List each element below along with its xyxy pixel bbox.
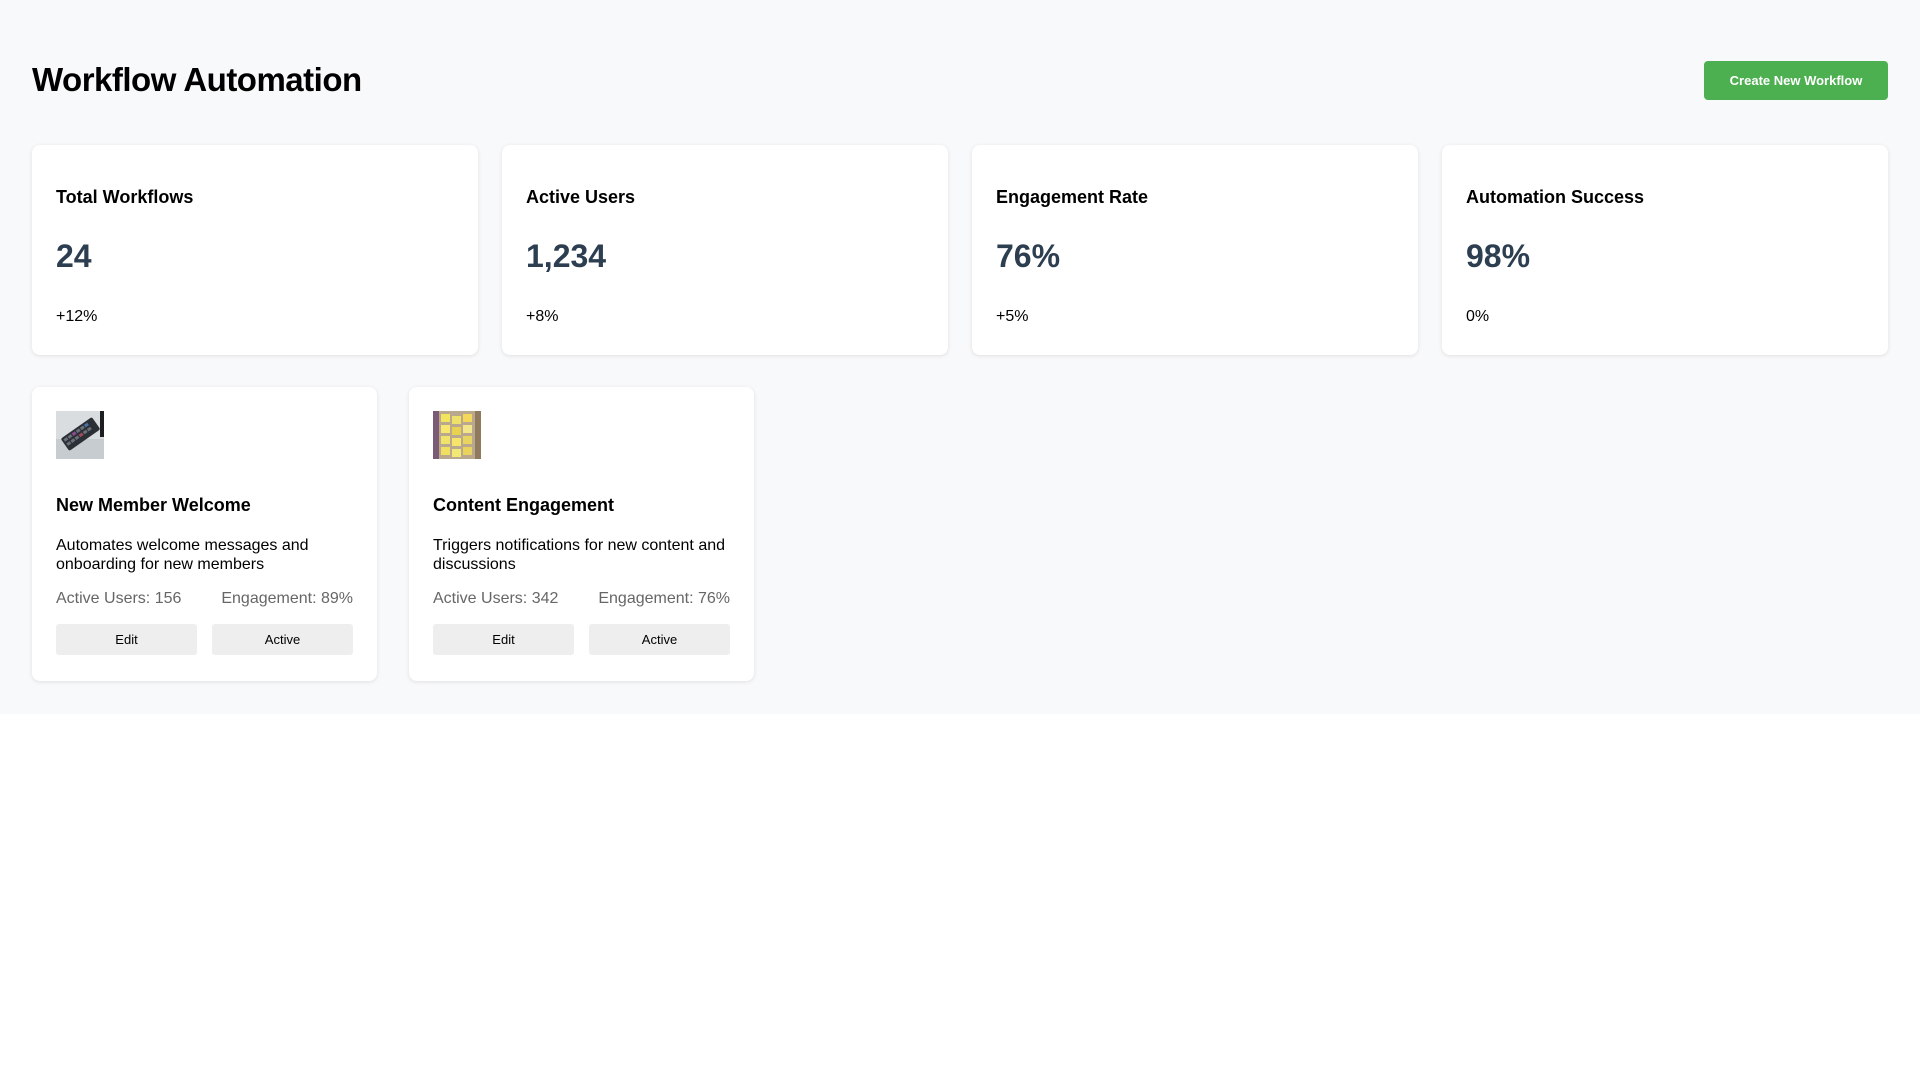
workflow-actions: Edit Active — [433, 624, 730, 655]
stat-title: Total Workflows — [56, 187, 194, 207]
stat-title: Active Users — [526, 187, 636, 207]
stat-title: Automation Success — [1466, 187, 1645, 207]
workflow-active-users: Active Users: 342 — [433, 590, 559, 607]
workflow-list: New Member Welcome Automates welcome mes… — [32, 387, 1888, 681]
create-new-workflow-button[interactable]: Create New Workflow — [1704, 60, 1888, 100]
status-toggle-button[interactable]: Active — [589, 624, 730, 655]
workflow-active-users: Active Users: 156 — [56, 590, 182, 607]
stat-card-automation-success: Automation Success 98% 0% — [1442, 145, 1888, 355]
workflow-stats: Active Users: 156 Engagement: 89% — [56, 590, 353, 608]
workflow-engagement: Engagement: 76% — [598, 590, 730, 607]
workflow-card-content-engagement: Content Engagement Triggers notification… — [409, 387, 754, 681]
stat-value: 24 — [56, 238, 92, 274]
stat-card-active-users: Active Users 1,234 +8% — [502, 145, 948, 355]
stat-change: 0% — [1466, 308, 1490, 325]
status-toggle-button[interactable]: Active — [212, 624, 353, 655]
stat-value: 98% — [1466, 238, 1531, 274]
workflow-description: Triggers notifications for new content a… — [433, 537, 726, 573]
stat-value: 1,234 — [526, 238, 607, 274]
workflow-card-new-member-welcome: New Member Welcome Automates welcome mes… — [32, 387, 377, 681]
workflow-title: Content Engagement — [433, 495, 615, 515]
app-container: Workflow Automation Create New Workflow … — [0, 0, 1920, 714]
sticky-notes-photo-thumbnail — [433, 411, 481, 459]
keyboard-photo-thumbnail — [56, 411, 104, 459]
page-title: Workflow Automation — [32, 61, 362, 98]
workflow-title: New Member Welcome — [56, 495, 251, 515]
stat-card-engagement-rate: Engagement Rate 76% +5% — [972, 145, 1418, 355]
workflow-description: Automates welcome messages and onboardin… — [56, 537, 309, 573]
stat-card-total-workflows: Total Workflows 24 +12% — [32, 145, 478, 355]
stat-change: +5% — [996, 308, 1029, 325]
stat-title: Engagement Rate — [996, 187, 1149, 207]
stat-change: +12% — [56, 308, 98, 325]
edit-button[interactable]: Edit — [56, 624, 197, 655]
workflow-engagement: Engagement: 89% — [221, 590, 353, 607]
stats-row: Total Workflows 24 +12% Active Users 1,2… — [32, 145, 1888, 355]
stat-value: 76% — [996, 238, 1061, 274]
stat-change: +8% — [526, 308, 559, 325]
page-header: Workflow Automation Create New Workflow — [32, 40, 1888, 120]
workflow-actions: Edit Active — [56, 624, 353, 655]
edit-button[interactable]: Edit — [433, 624, 574, 655]
workflow-stats: Active Users: 342 Engagement: 76% — [433, 590, 730, 608]
